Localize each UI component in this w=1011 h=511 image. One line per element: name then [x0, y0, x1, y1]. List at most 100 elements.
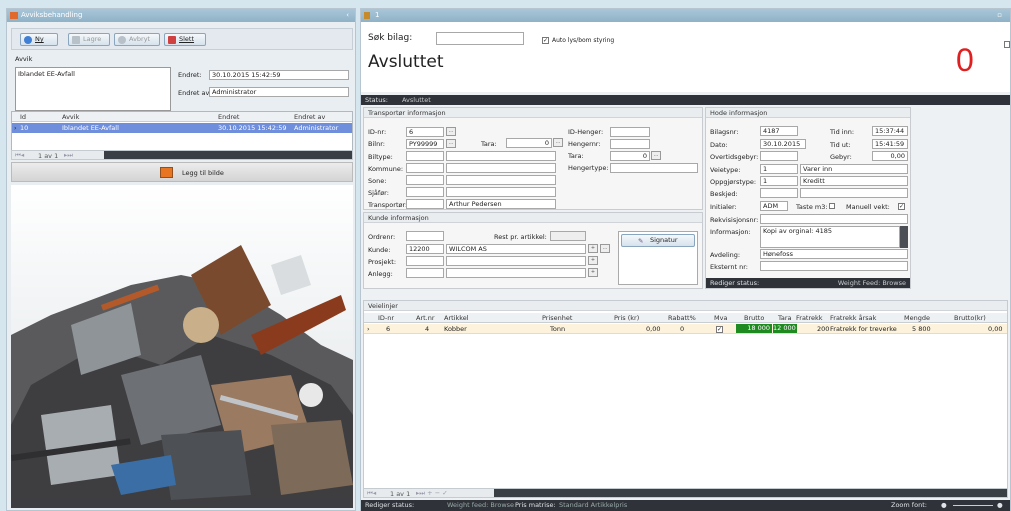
- prosjekt-id-field[interactable]: [406, 256, 444, 266]
- tara2-lookup-icon[interactable]: …: [651, 151, 661, 160]
- col-avvik[interactable]: Avvik: [62, 113, 79, 121]
- idhenger-field[interactable]: [610, 127, 650, 137]
- status-value: Avsluttet: [401, 96, 431, 104]
- table-row[interactable]: › 6 4 Kobber Tonn 0,00 0 ✓ 18 000 12 000…: [364, 324, 1007, 334]
- info-scrollbar[interactable]: [900, 226, 908, 248]
- pager-first-icon[interactable]: ⏮◂: [15, 151, 24, 160]
- tara-field[interactable]: 0: [506, 138, 552, 148]
- col-pris[interactable]: Pris (kr): [614, 314, 639, 322]
- kunde-more-icon[interactable]: …: [600, 244, 610, 253]
- zoom-slider[interactable]: [953, 505, 993, 506]
- ordrenr-field[interactable]: [406, 231, 444, 241]
- hengernr-field[interactable]: [610, 139, 650, 149]
- rediger-label: Rediger status:: [710, 279, 760, 287]
- prosjekt-lookup-icon[interactable]: +: [588, 256, 598, 265]
- col-id[interactable]: Id: [20, 113, 26, 121]
- zoom-plus-icon[interactable]: ●: [997, 500, 1003, 511]
- pager-next-icon[interactable]: ▸⏭ + − ✓: [416, 489, 448, 498]
- col-mengde[interactable]: Mengde: [904, 314, 930, 322]
- manuell-checkbox[interactable]: ✓: [898, 203, 905, 210]
- transportor-field[interactable]: Arthur Pedersen: [446, 199, 556, 209]
- col-prisenhet[interactable]: Prisenhet: [542, 314, 572, 322]
- tara2-field[interactable]: 0: [610, 151, 650, 161]
- pager-next-icon[interactable]: ▸⏭: [64, 151, 73, 160]
- anlegg-field[interactable]: [446, 268, 586, 278]
- search-input[interactable]: [436, 32, 524, 45]
- hengertype-field[interactable]: [610, 163, 698, 173]
- veietype-field[interactable]: Varer inn: [800, 164, 908, 174]
- col-artnr[interactable]: Art.nr: [416, 314, 435, 322]
- pager-first-icon[interactable]: ⏮◂: [367, 489, 376, 498]
- taste-checkbox[interactable]: [829, 203, 835, 209]
- biltype-desc-field[interactable]: [446, 151, 556, 161]
- col-brutto-kr[interactable]: Brutto(kr): [954, 314, 986, 322]
- save-button[interactable]: Lagre: [68, 33, 110, 46]
- eksternt-field[interactable]: [760, 261, 908, 271]
- add-image-bar[interactable]: Legg til bilde: [11, 162, 353, 182]
- table-row[interactable]: › 10 Iblandet EE-Avfall 30.10.2015 15:42…: [12, 123, 352, 133]
- signature-box[interactable]: ✎ Signatur: [618, 231, 698, 285]
- kommune-field[interactable]: [406, 163, 444, 173]
- idnr-lookup-icon[interactable]: …: [446, 127, 456, 136]
- kommune-desc-field[interactable]: [446, 163, 556, 173]
- col-fratrekk[interactable]: Fratrekk: [796, 314, 823, 322]
- sjafor-desc-field[interactable]: [446, 187, 556, 197]
- left-panel: Avviksbehandling ‹ Ny Lagre Avbryt Slett…: [6, 8, 356, 511]
- beskjed-desc-field[interactable]: [800, 188, 908, 198]
- minimize-icon[interactable]: ▫: [997, 9, 1002, 22]
- transport-group: Transportør informasjon ID-nr: 6 … Bilnr…: [363, 107, 703, 210]
- kunde-lookup-icon[interactable]: +: [588, 244, 598, 253]
- veietype-id-field[interactable]: 1: [760, 164, 798, 174]
- col-mva[interactable]: Mva: [714, 314, 727, 322]
- biltype-field[interactable]: [406, 151, 444, 161]
- idnr-field[interactable]: 6: [406, 127, 444, 137]
- undo-button[interactable]: Avbryt: [114, 33, 160, 46]
- anlegg-id-field[interactable]: [406, 268, 444, 278]
- image-icon: [160, 167, 173, 178]
- col-rabatt[interactable]: Rabatt%: [668, 314, 696, 322]
- weight-feed: Weight Feed: Browse: [837, 279, 906, 287]
- sjafor-field[interactable]: [406, 187, 444, 197]
- prosjekt-field[interactable]: [446, 256, 586, 266]
- oppgjor-field[interactable]: Kreditt: [800, 176, 908, 186]
- auto-checkbox[interactable]: ✓: [542, 37, 549, 44]
- col-endret[interactable]: Endret: [218, 113, 239, 121]
- new-button[interactable]: Ny: [20, 33, 58, 46]
- sone-label: Sone:: [368, 177, 387, 185]
- anlegg-lookup-icon[interactable]: +: [588, 268, 598, 277]
- initialer-field[interactable]: ADM: [760, 201, 788, 211]
- avvik-textbox[interactable]: Iblandet EE-Avfall: [15, 67, 171, 111]
- col-idnr[interactable]: ID-nr: [378, 314, 394, 322]
- dato-field[interactable]: 30.10.2015: [760, 139, 806, 149]
- col-endret-av[interactable]: Endret av: [294, 113, 325, 121]
- gebyr-field[interactable]: 0,00: [872, 151, 908, 161]
- bilnr-lookup-icon[interactable]: …: [446, 139, 456, 148]
- beskjed-field[interactable]: [760, 188, 798, 198]
- col-tara[interactable]: Tara: [778, 314, 792, 322]
- veietype-label: Veietype:: [710, 166, 741, 174]
- col-fratrekk-arsak[interactable]: Fratrekk årsak: [830, 314, 876, 322]
- transportor-id-field[interactable]: [406, 199, 444, 209]
- sone-desc-field[interactable]: [446, 175, 556, 185]
- tara-lookup-icon[interactable]: …: [553, 138, 563, 147]
- eksternt-label: Eksternt nr:: [710, 263, 748, 271]
- corner-checkbox[interactable]: [1004, 41, 1010, 48]
- bottom-weight: Weight feed: Browse: [447, 501, 515, 509]
- rekv-field[interactable]: [760, 214, 908, 224]
- delete-button[interactable]: Slett: [164, 33, 206, 46]
- oppgjor-id-field[interactable]: 1: [760, 176, 798, 186]
- collapse-icon[interactable]: ‹: [346, 9, 349, 22]
- overtid-field[interactable]: [760, 151, 798, 161]
- col-artikkel[interactable]: Artikkel: [444, 314, 469, 322]
- info-field[interactable]: Kopi av orginal: 4185: [760, 226, 900, 248]
- kunde-id-field[interactable]: 12200: [406, 244, 444, 254]
- kunde-name-field[interactable]: WILCOM AS: [446, 244, 586, 254]
- col-brutto[interactable]: Brutto: [744, 314, 764, 322]
- bilnr-field[interactable]: PY99999: [406, 139, 444, 149]
- signature-button[interactable]: ✎ Signatur: [621, 234, 695, 247]
- sone-field[interactable]: [406, 175, 444, 185]
- mva-checkbox[interactable]: ✓: [716, 326, 723, 333]
- avdeling-select[interactable]: Hønefoss: [760, 249, 908, 259]
- prosjekt-label: Prosjekt:: [368, 258, 397, 266]
- zoom-minus-icon[interactable]: ●: [941, 500, 947, 511]
